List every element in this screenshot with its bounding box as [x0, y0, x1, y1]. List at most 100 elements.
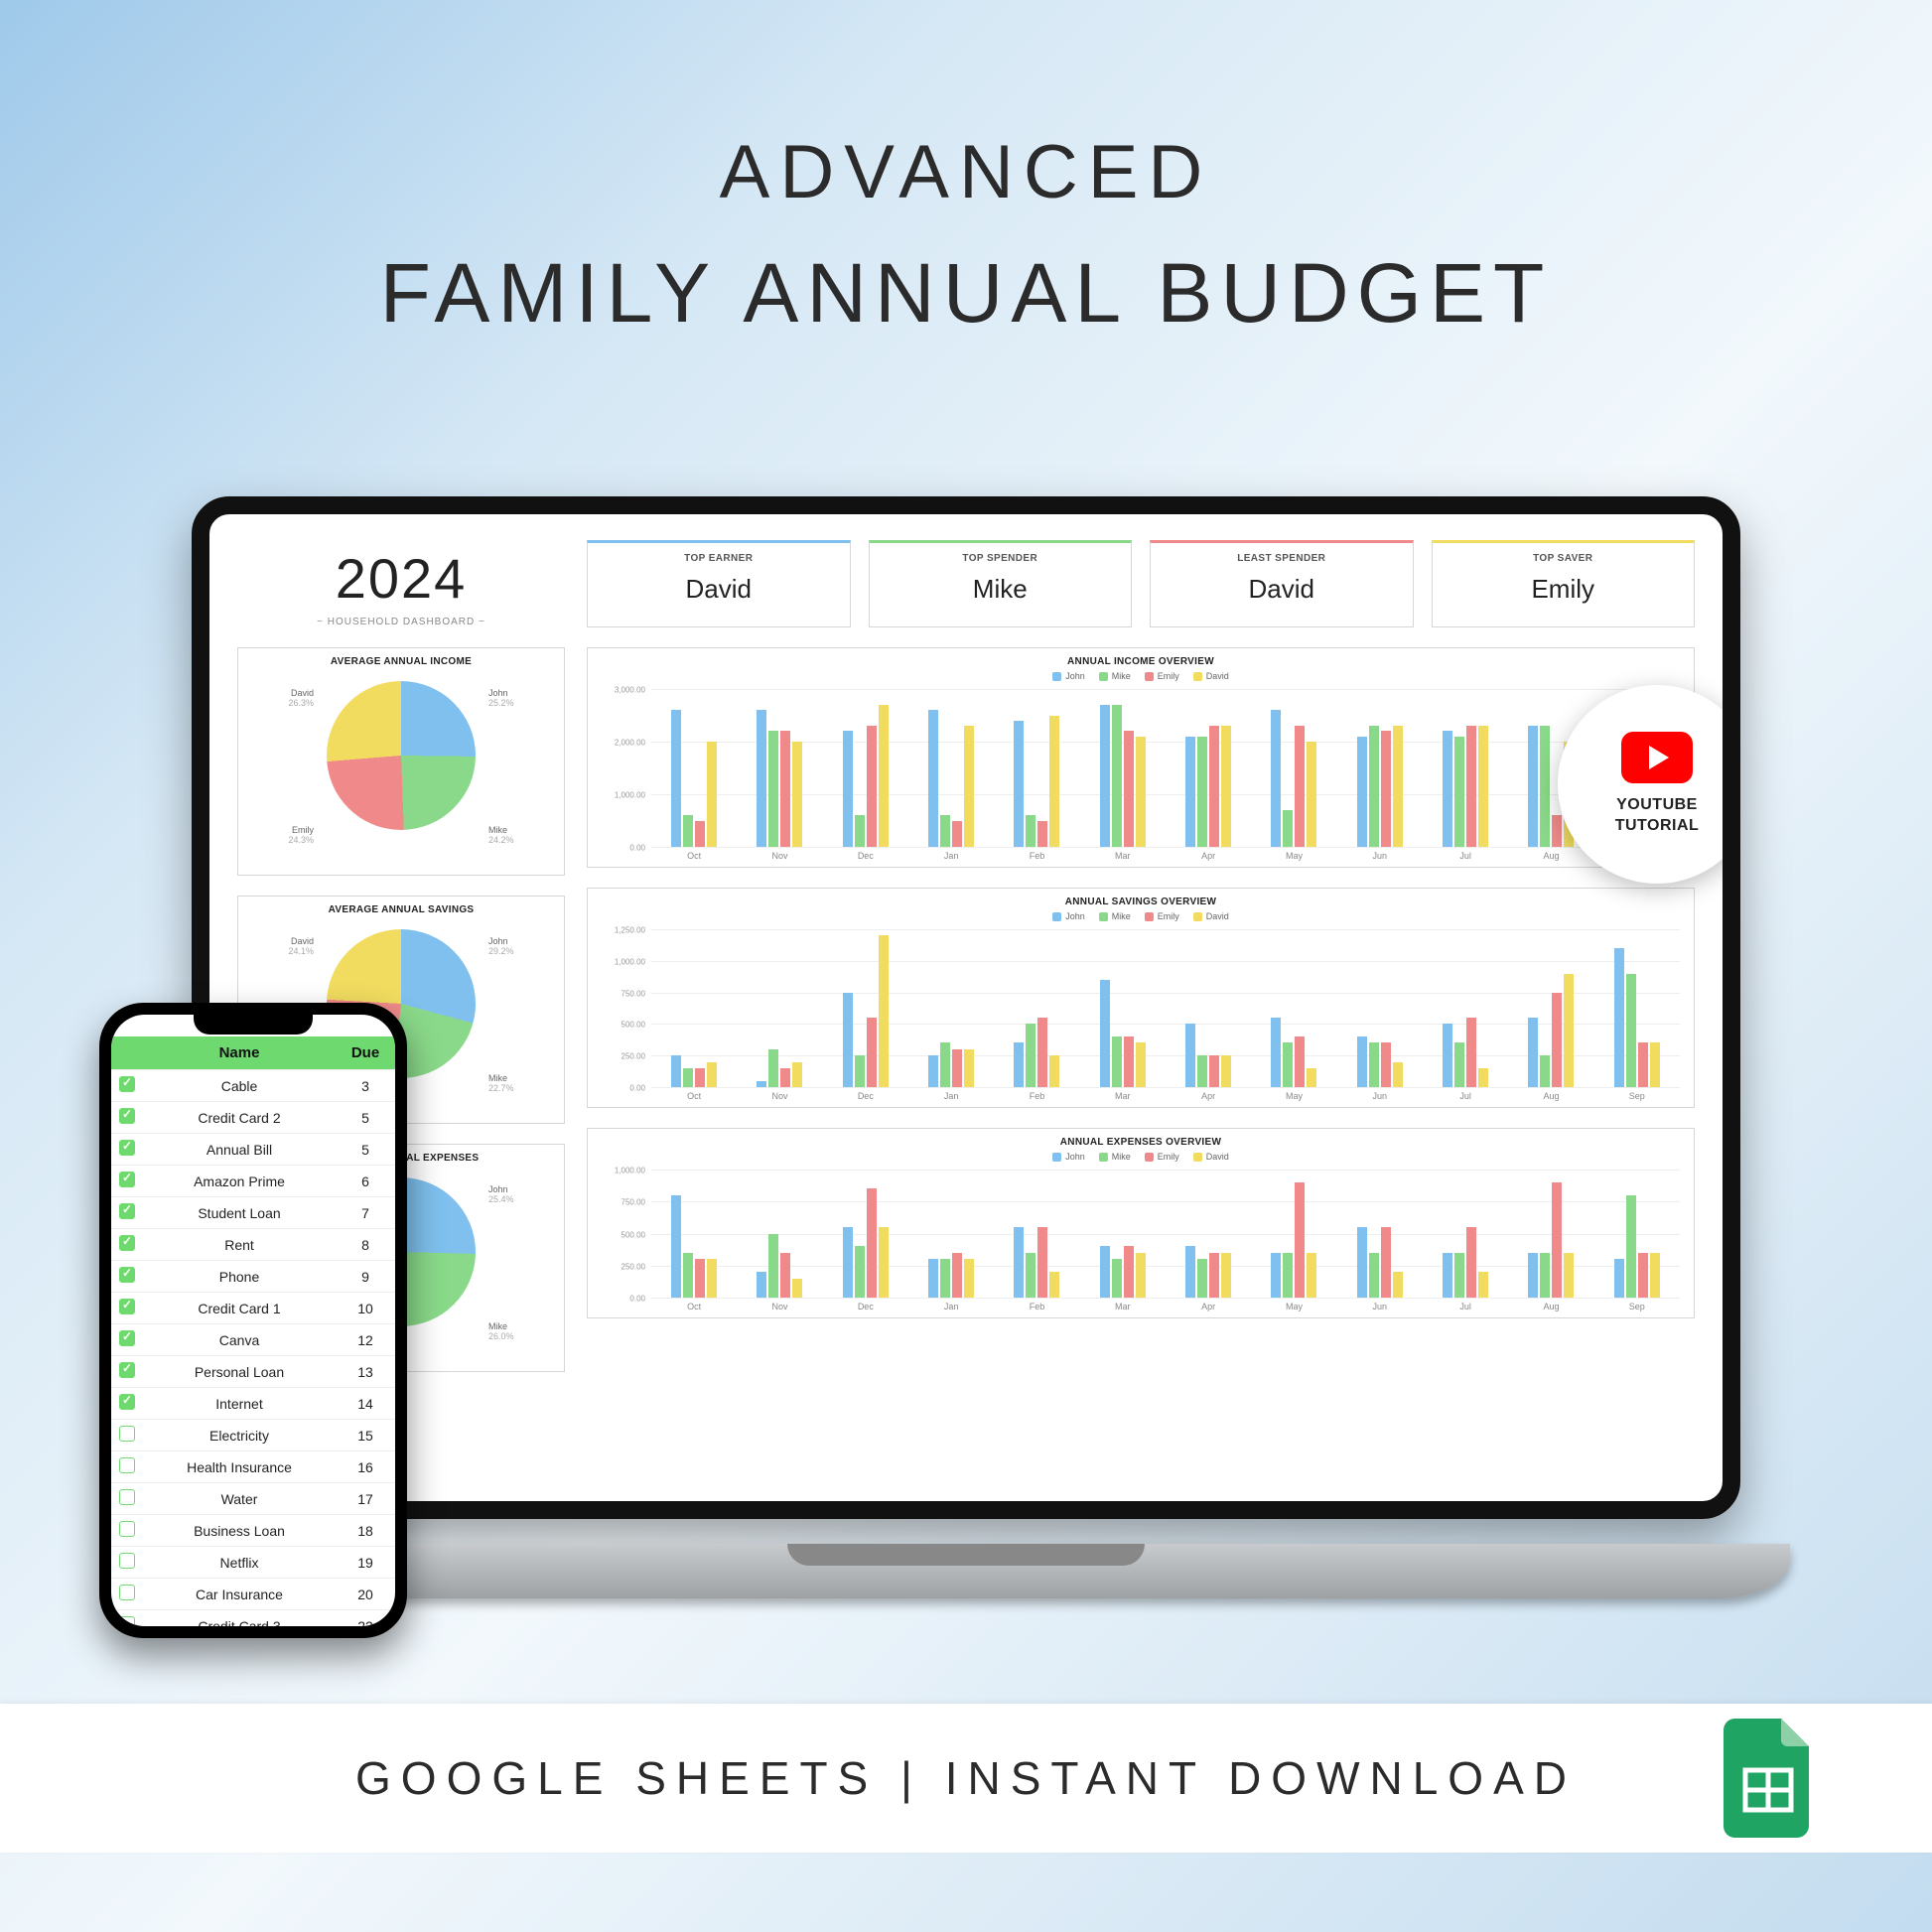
checkbox-icon[interactable] [119, 1553, 135, 1569]
bills-checkbox-cell[interactable] [111, 1293, 143, 1324]
bills-row[interactable]: Cable3 [111, 1070, 395, 1102]
bills-row[interactable]: Phone9 [111, 1261, 395, 1293]
bills-row[interactable]: Credit Card 110 [111, 1293, 395, 1324]
bills-due-cell: 5 [336, 1134, 395, 1166]
bills-checkbox-cell[interactable] [111, 1070, 143, 1102]
bills-due-cell: 5 [336, 1102, 395, 1134]
bills-due-cell: 7 [336, 1197, 395, 1229]
card-value: David [596, 574, 842, 605]
bills-checkbox-cell[interactable] [111, 1134, 143, 1166]
phone-notch [194, 1015, 313, 1035]
bills-row[interactable]: Water17 [111, 1483, 395, 1515]
bills-row[interactable]: Canva12 [111, 1324, 395, 1356]
bills-row[interactable]: Annual Bill5 [111, 1134, 395, 1166]
bills-due-cell: 8 [336, 1229, 395, 1261]
checkbox-icon[interactable] [119, 1235, 135, 1251]
card-title: TOP EARNER [596, 553, 842, 564]
bills-row[interactable]: Credit Card 322 [111, 1610, 395, 1627]
dashboard: 2024 ~ HOUSEHOLD DASHBOARD ~ TOP EARNER D… [209, 514, 1723, 1398]
checkbox-icon[interactable] [119, 1140, 135, 1156]
bar-title: ANNUAL EXPENSES OVERVIEW [602, 1137, 1680, 1148]
checkbox-icon[interactable] [119, 1616, 135, 1626]
bills-checkbox-cell[interactable] [111, 1261, 143, 1293]
card-title: LEAST SPENDER [1159, 553, 1405, 564]
phone-screen: Name Due Cable3Credit Card 25Annual Bill… [111, 1015, 395, 1626]
bills-due-cell: 6 [336, 1166, 395, 1197]
bills-checkbox-cell[interactable] [111, 1102, 143, 1134]
product-headline: ADVANCED FAMILY ANNUAL BUDGET [0, 129, 1932, 342]
bills-row[interactable]: Internet14 [111, 1388, 395, 1420]
bills-row[interactable]: Business Loan18 [111, 1515, 395, 1547]
checkbox-icon[interactable] [119, 1076, 135, 1092]
bills-row[interactable]: Car Insurance20 [111, 1579, 395, 1610]
pie-slice-label: Mike26.0% [488, 1321, 558, 1341]
bills-table: Name Due Cable3Credit Card 25Annual Bill… [111, 1036, 395, 1626]
bills-name-cell: Credit Card 3 [143, 1610, 336, 1627]
bills-row[interactable]: Electricity15 [111, 1420, 395, 1451]
summary-card-top-saver: TOP SAVEREmily [1432, 540, 1696, 627]
laptop-screen: 2024 ~ HOUSEHOLD DASHBOARD ~ TOP EARNER D… [192, 496, 1740, 1519]
bills-checkbox-cell[interactable] [111, 1547, 143, 1579]
checkbox-icon[interactable] [119, 1108, 135, 1124]
summary-cards: TOP EARNERDavidTOP SPENDERMikeLEAST SPEN… [587, 540, 1695, 627]
laptop-mockup: 2024 ~ HOUSEHOLD DASHBOARD ~ TOP EARNER D… [172, 496, 1760, 1598]
bills-due-cell: 12 [336, 1324, 395, 1356]
card-title: TOP SPENDER [878, 553, 1124, 564]
bills-checkbox-cell[interactable] [111, 1229, 143, 1261]
bills-name-cell: Credit Card 1 [143, 1293, 336, 1324]
bills-checkbox-cell[interactable] [111, 1388, 143, 1420]
bills-row[interactable]: Rent8 [111, 1229, 395, 1261]
bills-checkbox-cell[interactable] [111, 1579, 143, 1610]
bills-row[interactable]: Health Insurance16 [111, 1451, 395, 1483]
bills-checkbox-cell[interactable] [111, 1324, 143, 1356]
bills-checkbox-cell[interactable] [111, 1610, 143, 1627]
bills-name-cell: Personal Loan [143, 1356, 336, 1388]
bills-due-cell: 14 [336, 1388, 395, 1420]
checkbox-icon[interactable] [119, 1172, 135, 1187]
bills-checkbox-cell[interactable] [111, 1451, 143, 1483]
pie-slice-label: Mike22.7% [488, 1073, 558, 1093]
checkbox-icon[interactable] [119, 1203, 135, 1219]
bills-name-cell: Health Insurance [143, 1451, 336, 1483]
bills-row[interactable]: Amazon Prime6 [111, 1166, 395, 1197]
card-title: TOP SAVER [1441, 553, 1687, 564]
checkbox-icon[interactable] [119, 1457, 135, 1473]
checkbox-icon[interactable] [119, 1299, 135, 1314]
bills-row[interactable]: Personal Loan13 [111, 1356, 395, 1388]
bar-x-axis: OctNovDecJanFebMarAprMayJunJulAugSep [651, 1299, 1680, 1311]
bills-checkbox-cell[interactable] [111, 1420, 143, 1451]
bills-checkbox-cell[interactable] [111, 1197, 143, 1229]
bar-chart: 0.00250.00500.00750.001,000.001,250.00 [651, 929, 1680, 1088]
year-block: 2024 ~ HOUSEHOLD DASHBOARD ~ [237, 540, 565, 627]
bills-row[interactable]: Student Loan7 [111, 1197, 395, 1229]
bills-name-cell: Credit Card 2 [143, 1102, 336, 1134]
bills-checkbox-cell[interactable] [111, 1166, 143, 1197]
bills-row[interactable]: Netflix19 [111, 1547, 395, 1579]
checkbox-icon[interactable] [119, 1585, 135, 1600]
pie-chart [327, 681, 476, 830]
dashboard-year: 2024 [237, 546, 565, 611]
youtube-tutorial-badge[interactable]: YOUTUBETUTORIAL [1558, 685, 1740, 884]
bills-checkbox-cell[interactable] [111, 1356, 143, 1388]
checkbox-icon[interactable] [119, 1489, 135, 1505]
bills-due-cell: 10 [336, 1293, 395, 1324]
checkbox-icon[interactable] [119, 1330, 135, 1346]
checkbox-icon[interactable] [119, 1394, 135, 1410]
bills-name-cell: Canva [143, 1324, 336, 1356]
bills-col-check [111, 1036, 143, 1070]
bills-name-cell: Annual Bill [143, 1134, 336, 1166]
checkbox-icon[interactable] [119, 1362, 135, 1378]
checkbox-icon[interactable] [119, 1426, 135, 1442]
bar-legend: JohnMikeEmilyDavid [602, 911, 1680, 921]
bills-checkbox-cell[interactable] [111, 1483, 143, 1515]
bills-checkbox-cell[interactable] [111, 1515, 143, 1547]
bar-legend: JohnMikeEmilyDavid [602, 1152, 1680, 1162]
checkbox-icon[interactable] [119, 1267, 135, 1283]
bar-legend: JohnMikeEmilyDavid [602, 671, 1680, 681]
bills-due-cell: 18 [336, 1515, 395, 1547]
bills-name-cell: Netflix [143, 1547, 336, 1579]
checkbox-icon[interactable] [119, 1521, 135, 1537]
bills-due-cell: 19 [336, 1547, 395, 1579]
bills-row[interactable]: Credit Card 25 [111, 1102, 395, 1134]
bar-title: ANNUAL SAVINGS OVERVIEW [602, 897, 1680, 907]
